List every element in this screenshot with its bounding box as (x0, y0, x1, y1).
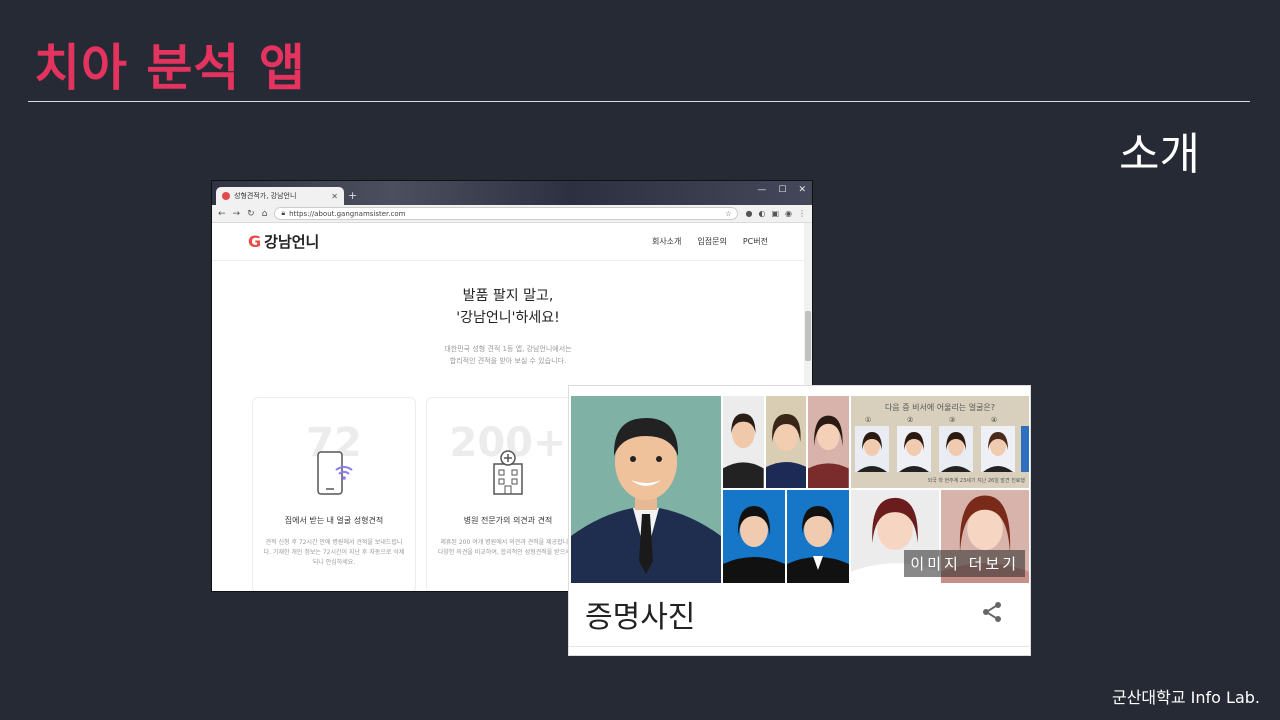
tab-close-icon[interactable]: ✕ (331, 192, 338, 201)
main-id-photo[interactable] (571, 396, 721, 583)
share-icon[interactable] (980, 600, 1004, 624)
lock-icon: 🔒︎ (281, 209, 286, 217)
scrollbar-thumb[interactable] (805, 311, 811, 361)
favicon-icon (222, 192, 230, 200)
feature-card: 72 집에서 받는 내 얼굴 성형견적 견적 신청 후 72시간 안에 병원에서… (252, 397, 416, 591)
logo-text: 강남언니 (264, 233, 320, 251)
nav-item-company[interactable]: 회사소개 (652, 236, 681, 247)
title-divider (28, 101, 1250, 102)
woman-portrait-image (787, 506, 849, 583)
browser-titlebar: 성형견적가, 강남언니 ✕ + — ☐ ✕ (212, 181, 812, 205)
comparison-number: ① (865, 416, 871, 424)
hospital-icon (493, 450, 523, 495)
hero-desc-2: 합리적인 견적을 받아 보실 수 있습니다. (449, 357, 567, 365)
profile-icon[interactable]: ◉ (785, 209, 792, 218)
extension-icon[interactable]: ● (745, 209, 752, 218)
maximize-icon[interactable]: ☐ (778, 185, 786, 195)
footer-credit: 군산대학교 Info Lab. (1111, 688, 1260, 707)
comparison-image[interactable]: 다음 증 비서에 어울리는 얼굴은? ① ② ③ ④ 외국 학 현주계 23세기… (851, 396, 1029, 488)
extension-icon[interactable]: ▣ (771, 209, 779, 218)
image-search-card: 다음 증 비서에 어울리는 얼굴은? ① ② ③ ④ 외국 학 현주계 23세기… (569, 386, 1030, 655)
forward-icon[interactable]: → (233, 209, 241, 219)
tab-title: 성형견적가, 강남언니 (234, 192, 297, 200)
url-text: https://about.gangnamsister.com (289, 209, 406, 218)
logo-g-icon: G (248, 232, 262, 251)
extensions: ● ◐ ▣ ◉ ⋮ (745, 209, 806, 218)
browser-toolbar: ← → ↻ ⌂ 🔒︎ https://about.gangnamsister.c… (212, 205, 812, 223)
site-header: G 강남언니 회사소개 입점문의 PC버전 (212, 223, 804, 261)
card-desc: 견적 신청 후 72시간 안에 병원에서 견적을 보내드립니다. 기재한 개인 … (263, 539, 405, 566)
feature-cards: 72 집에서 받는 내 얼굴 성형견적 견적 신청 후 72시간 안에 병원에서… (252, 397, 590, 591)
hero: 발품 팔지 말고, '강남언니'하세요! 대한민국 성형 견적 1등 앱, 강남… (212, 285, 804, 367)
more-images-button[interactable]: 이미지 더보기 (904, 550, 1025, 577)
close-window-icon[interactable]: ✕ (798, 185, 806, 195)
woman-portrait-image (723, 506, 785, 583)
bookmark-star-icon[interactable]: ☆ (725, 210, 731, 218)
hero-desc-1: 대한민국 성형 견적 1등 앱, 강남언니에서는 (444, 345, 572, 353)
site-logo[interactable]: G 강남언니 (248, 231, 319, 252)
id-photo-thumbnail[interactable] (723, 396, 764, 488)
card-desc: 제휴된 200 여개 병원에서 의견과 견적을 제공합니다. 다양한 의견을 비… (437, 539, 579, 556)
image-grid: 다음 증 비서에 어울리는 얼굴은? ① ② ③ ④ 외국 학 현주계 23세기… (571, 396, 1029, 583)
id-photo-thumbnail[interactable] (723, 490, 785, 583)
browser-tab[interactable]: 성형견적가, 강남언니 ✕ (216, 187, 344, 205)
comparison-number: ④ (991, 416, 997, 424)
comparison-number: ③ (949, 416, 955, 424)
home-icon[interactable]: ⌂ (262, 209, 268, 219)
address-bar[interactable]: 🔒︎ https://about.gangnamsister.com ☆ (274, 207, 739, 220)
window-controls: — ☐ ✕ (757, 185, 806, 195)
comparison-faces-image: ① ② ③ ④ (855, 416, 1029, 472)
id-photo-thumbnail[interactable] (808, 396, 850, 488)
menu-kebab-icon[interactable]: ⋮ (798, 209, 806, 218)
comparison-number: ② (907, 416, 913, 424)
minimize-icon[interactable]: — (757, 185, 766, 195)
hero-heading-2: '강남언니'하세요! (456, 310, 560, 326)
comparison-footnote: 외국 학 현주계 23세기 지난 26일 발견 진료행 (927, 478, 1025, 484)
card-title: 증명사진 (585, 600, 696, 635)
woman-portrait-image (808, 415, 850, 488)
nav-item-partner[interactable]: 입점문의 (697, 236, 726, 247)
card-title: 병원 전문가의 의견과 견적 (463, 516, 553, 525)
id-photo-thumbnail[interactable] (765, 396, 807, 488)
man-portrait-image (571, 418, 721, 583)
slide-title: 치아 분석 앱 (34, 39, 306, 97)
woman-portrait-image (723, 413, 764, 488)
id-photo-thumbnail[interactable] (787, 490, 849, 583)
image-column (723, 396, 850, 583)
slide-subtitle: 소개 (1119, 129, 1200, 180)
new-tab-icon[interactable]: + (348, 189, 357, 202)
image-column: 다음 증 비서에 어울리는 얼굴은? ① ② ③ ④ 외국 학 현주계 23세기… (851, 396, 1029, 583)
woman-portrait-image (765, 414, 807, 488)
extension-icon[interactable]: ◐ (758, 209, 765, 218)
feature-card: 200+ 병원 전문가의 의견과 견적 제휴된 200 여개 병원에서 의견과 … (426, 397, 590, 591)
reload-icon[interactable]: ↻ (247, 209, 255, 219)
back-icon[interactable]: ← (218, 209, 226, 219)
nav-item-pc[interactable]: PC버전 (743, 236, 768, 247)
hero-heading-1: 발품 팔지 말고, (462, 288, 554, 304)
comparison-caption: 다음 증 비서에 어울리는 얼굴은? (884, 403, 996, 412)
card-title: 집에서 받는 내 얼굴 성형견적 (284, 516, 384, 525)
phone-wifi-icon (317, 451, 353, 495)
card-divider (569, 646, 1030, 647)
site-nav: 회사소개 입점문의 PC버전 (652, 236, 768, 247)
